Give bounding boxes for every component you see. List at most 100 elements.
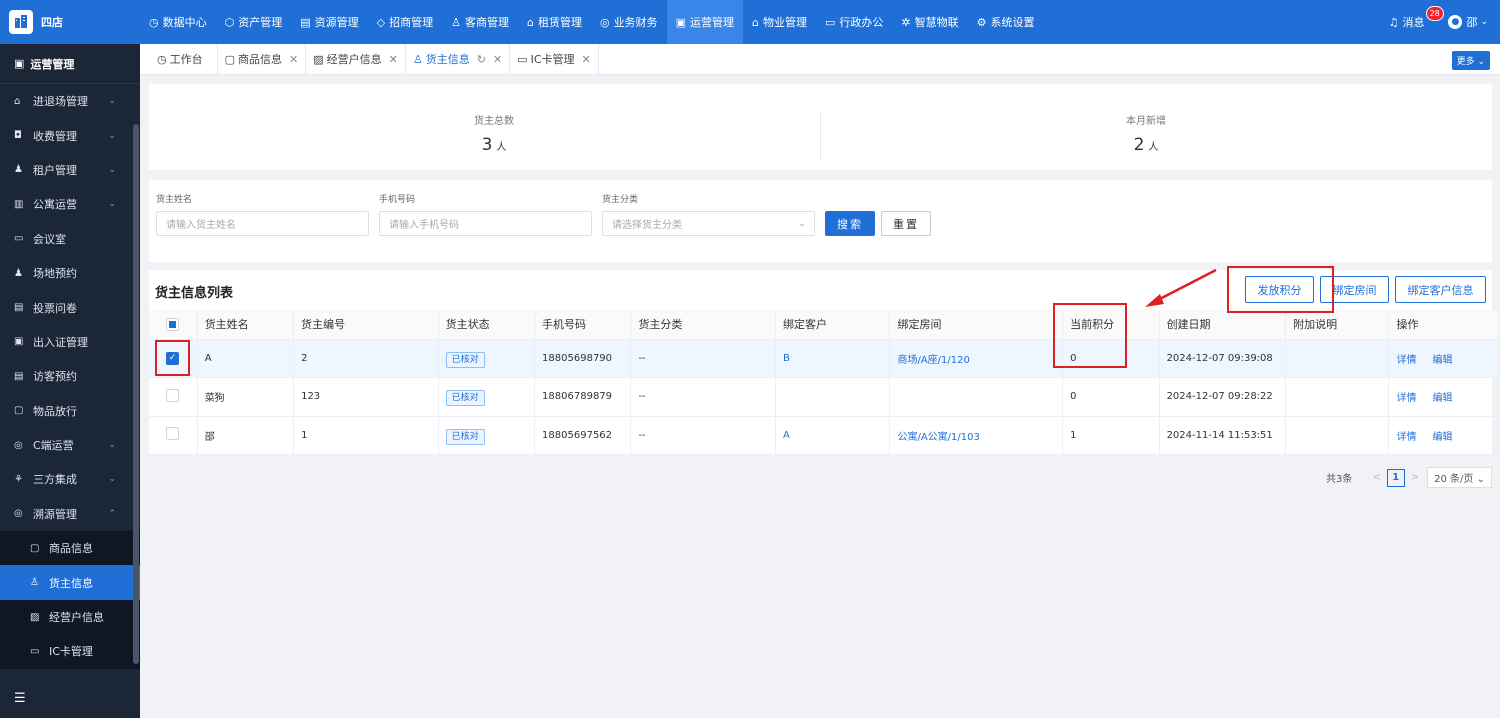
cell-phone: 18805698790 <box>534 339 632 378</box>
collapse-menu-icon[interactable]: ☰ <box>14 691 26 706</box>
topnav-item-9[interactable]: ▭ 行政办公 <box>816 0 892 44</box>
edit-link[interactable]: 编辑 <box>1432 432 1452 443</box>
sidebar-item-10[interactable]: ◎ C端运营 ⌄ <box>0 428 140 462</box>
room-link[interactable]: 商场/A座/1/120 <box>897 355 969 366</box>
cell-customer: B <box>775 339 891 378</box>
topnav-label: 行政办公 <box>839 16 884 29</box>
close-icon[interactable]: ✕ <box>389 53 398 66</box>
search-button[interactable]: 搜索 <box>825 211 875 236</box>
sidebar-item-0[interactable]: ⌂ 进退场管理 ⌄ <box>0 84 140 118</box>
close-icon[interactable]: ✕ <box>289 53 298 66</box>
room-link[interactable]: 公寓/A公寓/1/103 <box>897 432 979 443</box>
edit-link[interactable]: 编辑 <box>1432 393 1452 404</box>
sidebar-item-4[interactable]: ▭ 会议室 <box>0 222 140 256</box>
tab-1[interactable]: ▢ 商品信息 ✕ <box>218 43 307 75</box>
topnav-icon: ⌂ <box>751 15 759 29</box>
sidebar-subitem-1[interactable]: ♙ 货主信息 <box>0 565 140 600</box>
table-row[interactable]: 邵 1 已核对 18805697562 -- A 公寓/A公寓/1/103 1 2024-11-… <box>149 416 1499 455</box>
sidebar-item-1[interactable]: ◘ 收费管理 ⌄ <box>0 118 140 152</box>
row-checkbox[interactable] <box>166 427 179 441</box>
user-menu[interactable]: ● 邵 ⌄ <box>1448 14 1488 30</box>
sidebar-item-label: 收费管理 <box>33 129 77 143</box>
table-row[interactable]: 菜狗 123 已核对 18806789879 -- 0 2024-12-07 09:28:2… <box>149 377 1499 417</box>
page-1-button[interactable]: 1 <box>1386 468 1405 487</box>
sidebar-subitem-3[interactable]: ▭ IC卡管理 <box>0 634 140 669</box>
topnav-item-4[interactable]: ♙ 客商管理 <box>442 0 518 44</box>
cell-points: 0 <box>1062 377 1160 417</box>
topnav-item-7[interactable]: ▣ 运营管理 <box>666 0 743 44</box>
sidebar-subitem-0[interactable]: ▢ 商品信息 <box>0 531 140 566</box>
messages-button[interactable]: ♫ 消息 28 <box>1388 6 1444 30</box>
edit-link[interactable]: 编辑 <box>1432 355 1452 366</box>
prev-page-button[interactable]: < <box>1372 472 1380 483</box>
tab-2[interactable]: ▨ 经营户信息 ✕ <box>306 43 406 75</box>
detail-link[interactable]: 详情 <box>1396 355 1416 366</box>
tab-0[interactable]: ◷ 工作台 <box>150 43 218 75</box>
avatar: ● <box>1448 15 1463 29</box>
sidebar-item-12[interactable]: ◎ 溯源管理 ⌃ <box>0 497 140 531</box>
detail-link[interactable]: 详情 <box>1396 393 1416 404</box>
sidebar-item-6[interactable]: ▤ 投票问卷 <box>0 290 140 324</box>
status-badge: 已核对 <box>445 428 485 445</box>
bell-icon: ♫ <box>1388 15 1399 29</box>
app-logo[interactable]: 四店 <box>0 0 140 44</box>
topnav-label: 智慧物联 <box>914 16 959 29</box>
topnav-label: 招商管理 <box>389 16 434 29</box>
customer-link[interactable]: B <box>783 353 790 364</box>
cell-room <box>889 377 1064 417</box>
sidebar-item-icon: ▣ <box>14 336 24 348</box>
cell-note <box>1285 416 1390 455</box>
row-checkbox[interactable] <box>166 388 179 402</box>
sidebar-item-3[interactable]: ▥ 公寓运营 ⌄ <box>0 187 140 221</box>
sidebar-item-8[interactable]: ▤ 访客预约 <box>0 359 140 393</box>
sidebar-scrollbar[interactable] <box>133 124 139 664</box>
topnav-label: 租赁管理 <box>537 16 582 29</box>
topnav-item-3[interactable]: ◇ 招商管理 <box>368 0 442 44</box>
cell-phone: 18806789879 <box>534 377 632 417</box>
refresh-icon[interactable]: ↻ <box>477 53 486 66</box>
topnav-label: 客商管理 <box>464 16 509 29</box>
bind-customer-button[interactable]: 绑定客户信息 <box>1395 276 1486 303</box>
sidebar-item-label: 三方集成 <box>33 473 77 487</box>
topnav-item-0[interactable]: ◷ 数据中心 <box>140 0 216 44</box>
page-size-select[interactable]: 20 条/页 ⌄ <box>1427 467 1492 488</box>
detail-link[interactable]: 详情 <box>1396 432 1416 443</box>
customer-link[interactable]: A <box>783 430 790 441</box>
topnav-item-5[interactable]: ⌂ 租赁管理 <box>518 0 591 44</box>
select-all-checkbox[interactable] <box>166 317 179 331</box>
sidebar-item-5[interactable]: ♟ 场地预约 <box>0 256 140 290</box>
topnav-item-11[interactable]: ⚙ 系统设置 <box>968 0 1044 44</box>
sidebar-item-11[interactable]: ⚘ 三方集成 ⌄ <box>0 462 140 496</box>
tab-4[interactable]: ▭ IC卡管理 ✕ <box>510 43 599 75</box>
phone-input[interactable]: 请输入手机号码 <box>379 211 592 236</box>
sidebar-item-icon: ▤ <box>14 370 24 382</box>
category-select[interactable]: 请选择货主分类 ⌄ <box>602 211 815 236</box>
topnav-item-6[interactable]: ◎ 业务财务 <box>591 0 667 44</box>
sidebar-item-icon: ⌂ <box>14 95 21 107</box>
column-header: 货主编号 <box>293 310 439 340</box>
topnav-label: 业务财务 <box>613 16 658 29</box>
sidebar-item-9[interactable]: ▢ 物品放行 <box>0 394 140 428</box>
sidebar: ▣ 运营管理 ⌂ 进退场管理 ⌄ ◘ 收费管理 ⌄ ♟ 租户管理 ⌄ ▥ 公寓运营 ⌄ ▭ 会议室 ♟ 场地预… <box>0 44 140 718</box>
sidebar-item-label: 会议室 <box>33 232 66 246</box>
topnav-item-1[interactable]: ⬡ 资产管理 <box>216 0 292 44</box>
reset-button[interactable]: 重置 <box>881 211 931 236</box>
sidebar-subitem-2[interactable]: ▨ 经营户信息 <box>0 599 140 635</box>
category-filter-label: 货主分类 <box>602 195 639 205</box>
close-icon[interactable]: ✕ <box>582 53 591 66</box>
topnav-item-8[interactable]: ⌂ 物业管理 <box>743 0 816 44</box>
name-input[interactable]: 请输入货主姓名 <box>156 211 369 236</box>
next-page-button[interactable]: > <box>1411 472 1419 483</box>
cell-category: -- <box>630 339 777 378</box>
tab-icon: ▭ <box>517 52 528 66</box>
chevron-down-icon: ⌄ <box>797 218 806 229</box>
tab-3[interactable]: ♙ 货主信息 ↻ ✕ <box>406 43 511 75</box>
tabs-more-button[interactable]: 更多 ⌄ <box>1451 51 1490 70</box>
table-row[interactable]: ✓ A 2 已核对 18805698790 -- B 商场/A座/1/120 0 2024-12-… <box>149 339 1499 378</box>
topnav-item-2[interactable]: ▤ 资源管理 <box>291 0 367 44</box>
topnav-item-10[interactable]: ✲ 智慧物联 <box>892 0 967 44</box>
sidebar-item-2[interactable]: ♟ 租户管理 ⌄ <box>0 153 140 187</box>
stat-new: 本月新增 2人 <box>1126 116 1166 155</box>
sidebar-item-7[interactable]: ▣ 出入证管理 <box>0 325 140 359</box>
close-icon[interactable]: ✕ <box>493 53 502 66</box>
